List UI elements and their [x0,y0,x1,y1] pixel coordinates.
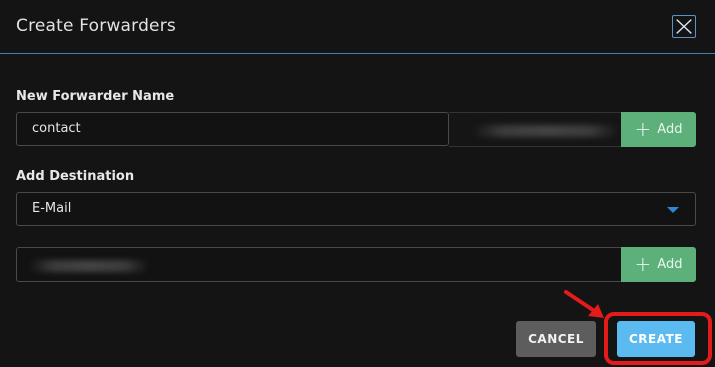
redacted-domain [473,125,619,137]
dialog-header: Create Forwarders [0,0,715,54]
dialog-title: Create Forwarders [16,16,176,36]
destination-email-input[interactable] [16,247,623,282]
destination-type-value: E-Mail [32,201,72,216]
annotation-arrow-icon [564,290,604,318]
plus-icon: + [634,251,652,276]
destination-type-select[interactable]: E-Mail [16,192,696,226]
close-button[interactable] [672,15,696,38]
dropdown-caret-icon [667,207,679,213]
destination-label: Add Destination [16,169,135,184]
forwarder-name-value: contact [32,121,81,136]
close-icon [676,19,692,34]
forwarder-name-label: New Forwarder Name [16,89,175,104]
cancel-button[interactable]: CANCEL [516,321,596,357]
redacted-email [29,260,149,272]
create-highlight-box [604,312,712,365]
add-button-label: Add [657,122,683,137]
add-destination-button[interactable]: + Add [621,247,696,282]
forwarder-name-input[interactable]: contact [16,112,449,146]
create-forwarders-dialog: Create Forwarders New Forwarder Name con… [0,0,715,367]
plus-icon: + [634,116,652,141]
add-button-label: Add [657,257,683,272]
add-forwarder-name-button[interactable]: + Add [621,112,696,147]
domain-field[interactable] [449,112,623,147]
